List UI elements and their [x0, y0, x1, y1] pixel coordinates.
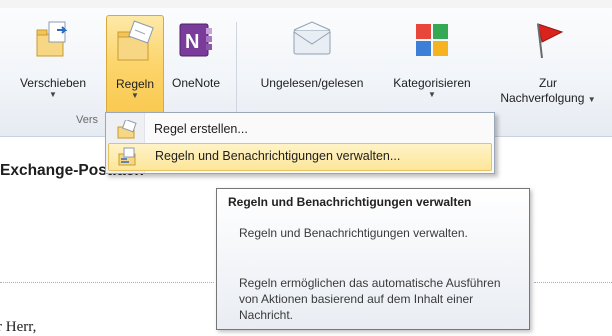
rules-folder-icon	[117, 20, 154, 61]
tooltip-detail: Regeln ermöglichen das automatische Ausf…	[239, 276, 501, 322]
ungelesen-gelesen-label: Ungelesen/gelesen	[260, 76, 364, 90]
kategorisieren-label: Kategorisieren	[393, 76, 471, 90]
rules-dropdown-menu: Regel erstellen... Regeln und Benachrich…	[105, 112, 495, 174]
verschieben-button[interactable]: Verschieben ▼	[4, 14, 102, 110]
tooltip-description: Regeln und Benachrichtigungen verwalten.	[239, 226, 468, 240]
menu-item-regeln-verwalten[interactable]: Regeln und Benachrichtigungen verwalten.…	[108, 143, 492, 171]
menu-item-regel-erstellen[interactable]: Regel erstellen...	[108, 117, 490, 143]
verschieben-dropdown-icon[interactable]: ▼	[4, 91, 102, 99]
follow-up-flag-icon	[537, 23, 564, 59]
zur-label: Zur	[539, 76, 557, 90]
divider-right	[534, 282, 612, 283]
categorize-icon	[416, 24, 448, 56]
verschieben-label: Verschieben	[19, 76, 87, 90]
svg-text:N: N	[185, 31, 199, 53]
regeln-label: Regeln	[115, 77, 155, 91]
onenote-icon: N	[179, 23, 212, 57]
nachverfolgung-dropdown-icon[interactable]: ▼	[588, 95, 596, 104]
menu-item-label: Regeln und Benachrichtigungen verwalten.…	[155, 149, 401, 163]
nachverfolgung-label: Nachverfolgung	[500, 91, 585, 105]
tooltip: Regeln und Benachrichtigungen verwalten …	[216, 188, 530, 330]
ungelesen-gelesen-button[interactable]: Ungelesen/gelesen	[242, 14, 382, 110]
menu-item-label: Regel erstellen...	[154, 122, 248, 136]
create-rule-icon	[117, 120, 137, 139]
title-strip	[0, 0, 612, 8]
nachverfolgung-row: Nachverfolgung ▼	[486, 91, 610, 106]
divider-left	[0, 282, 214, 283]
regeln-button[interactable]: Regeln ▼	[106, 15, 164, 121]
kategorisieren-button[interactable]: Kategorisieren ▼	[382, 14, 482, 110]
ribbon-group-label: Vers	[76, 114, 99, 126]
envelope-icon	[293, 21, 331, 55]
regeln-dropdown-icon[interactable]: ▼	[107, 92, 163, 100]
move-folder-icon	[36, 21, 68, 57]
onenote-label: OneNote	[171, 76, 221, 90]
zur-nachverfolgung-button[interactable]: Zur Nachverfolgung ▼	[486, 14, 610, 118]
onenote-button[interactable]: N OneNote	[164, 14, 228, 110]
kategorisieren-dropdown-icon[interactable]: ▼	[382, 91, 482, 99]
tooltip-title: Regeln und Benachrichtigungen verwalten	[228, 195, 472, 209]
message-salutation: r Herr,	[0, 319, 37, 335]
manage-rules-icon	[118, 147, 136, 166]
